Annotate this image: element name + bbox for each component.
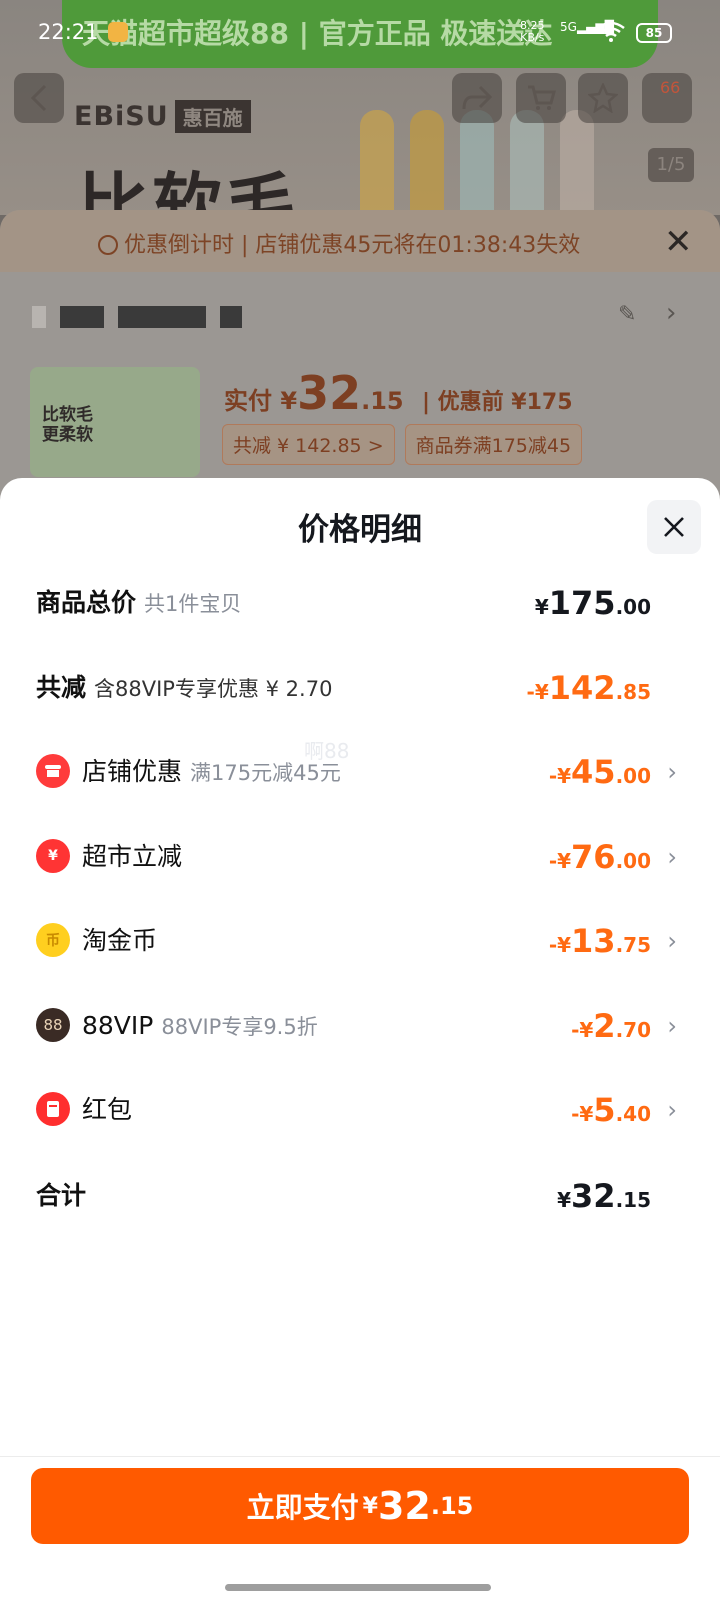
image-pager: 1/5	[648, 148, 694, 182]
chevron-right-icon: ›	[667, 1096, 677, 1124]
row-total-price: 商品总价 共1件宝贝 ¥175.00	[36, 583, 681, 623]
toothbrush-image	[410, 110, 444, 215]
footer-divider	[0, 1456, 720, 1457]
row-sub: 含88VIP专享优惠 ¥ 2.70	[94, 677, 333, 701]
row-amount: -¥76.00	[548, 838, 651, 876]
row-supermarket-discount[interactable]: ¥ 超市立减 -¥76.00 ›	[36, 837, 681, 877]
back-button[interactable]	[14, 73, 64, 123]
row-total-discount: 共减 含88VIP专享优惠 ¥ 2.70 -¥142.85	[36, 668, 681, 708]
vip88-icon: 88	[36, 1008, 70, 1042]
pay-label: 立即支付	[246, 1491, 359, 1524]
clock-icon	[98, 235, 118, 255]
clock: 22:21	[38, 20, 99, 44]
pay-now-button[interactable]: 立即支付 ¥ 32 .15	[31, 1468, 689, 1544]
thumb-text: 比软毛 更柔软	[42, 405, 93, 445]
row-sub: 满175元减45元	[190, 761, 341, 785]
row-amount: -¥5.40	[571, 1091, 651, 1129]
star-icon	[588, 83, 618, 113]
coupon-tag: 商品券满175减45	[404, 424, 583, 465]
row-grand-total: 合计 ¥32.15	[36, 1176, 681, 1216]
brand-name-cn: 惠百施	[174, 99, 251, 133]
row-amount: ¥175.00	[534, 584, 651, 622]
brand-name: EBiSU	[74, 100, 169, 132]
share-icon	[462, 85, 492, 110]
row-label: 商品总价	[36, 588, 137, 617]
row-amount: -¥45.00	[548, 753, 651, 791]
paid-price: 实付 ¥32.15 | 优惠前 ¥175	[224, 366, 573, 420]
toothbrush-image	[460, 110, 494, 215]
row-label: 共减	[36, 673, 87, 702]
toothbrush-image	[360, 110, 394, 215]
row-label: 合计	[36, 1181, 87, 1210]
notification-icon	[108, 22, 128, 42]
chevron-left-icon	[30, 84, 47, 112]
row-amount: -¥2.70	[571, 1007, 651, 1045]
product-thumbnail: 比软毛 更柔软	[30, 367, 200, 477]
sheet-title: 价格明细	[298, 512, 422, 548]
row-amount: ¥32.15	[557, 1177, 651, 1215]
yuan-discount-icon: ¥	[36, 839, 70, 873]
countdown-close-icon[interactable]: ✕	[664, 222, 693, 262]
network-speed: 8.25 KB/s	[520, 19, 545, 44]
cart-button[interactable]	[516, 73, 566, 123]
status-bar: 22:21 8.25 KB/s 5G▂▄▆█ 85	[0, 0, 720, 64]
countdown-label: 优惠倒计时	[124, 233, 235, 258]
edit-icon[interactable]: ✎	[618, 302, 636, 327]
row-taojinbi[interactable]: 币 淘金币 -¥13.75 ›	[36, 921, 681, 961]
battery-indicator: 85	[636, 23, 672, 43]
total-off-tag[interactable]: 共减 ¥ 142.85 >	[222, 424, 395, 465]
price-detail-sheet: 价格明细 啊88 商品总价 共1件宝贝 ¥175.00 共减 含88VIP专享优惠 …	[0, 478, 720, 1600]
chevron-right-icon: ›	[667, 843, 677, 871]
banner-headline: 比软毛	[78, 164, 300, 215]
red-packet-icon	[36, 1092, 70, 1126]
chevron-right-icon: ›	[667, 1012, 677, 1040]
discount-tags: 共减 ¥ 142.85 > 商品券满175减45	[222, 424, 583, 465]
row-red-packet[interactable]: 红包 -¥5.40 ›	[36, 1090, 681, 1130]
close-button[interactable]	[647, 500, 701, 554]
row-label: 88VIP	[82, 1011, 154, 1040]
row-label: 超市立减	[82, 842, 183, 871]
countdown-text: 店铺优惠45元将在01:38:43失效	[255, 233, 581, 258]
chevron-right-icon[interactable]: ›	[666, 298, 676, 328]
row-amount: -¥13.75	[548, 922, 651, 960]
chevron-right-icon: ›	[667, 758, 677, 786]
close-icon	[664, 517, 684, 537]
gold-coin-icon: 币	[36, 923, 70, 957]
row-sub: 共1件宝贝	[144, 592, 242, 616]
row-label: 店铺优惠	[82, 757, 183, 786]
toothbrush-image	[560, 110, 594, 215]
shop-icon	[36, 754, 70, 788]
home-indicator[interactable]	[225, 1584, 491, 1591]
wifi-icon	[597, 21, 625, 42]
brand-logo: EBiSU 惠百施	[74, 99, 251, 133]
toothbrush-image	[510, 110, 544, 215]
row-sub: 88VIP专享9.5折	[161, 1015, 318, 1039]
cart-icon	[528, 85, 556, 110]
row-shop-discount[interactable]: 店铺优惠 满175元减45元 -¥45.00 ›	[36, 752, 681, 792]
row-label: 淘金币	[82, 926, 158, 955]
cart-badge: 66	[660, 78, 681, 97]
share-button[interactable]	[452, 73, 502, 123]
row-88vip[interactable]: 88 88VIP 88VIP专享9.5折 -¥2.70 ›	[36, 1006, 681, 1046]
row-amount: -¥142.85	[526, 669, 651, 707]
row-label: 红包	[82, 1095, 133, 1124]
favorite-button[interactable]	[578, 73, 628, 123]
countdown-bar: 优惠倒计时 | 店铺优惠45元将在01:38:43失效 ✕	[0, 210, 720, 272]
blurred-address	[32, 306, 242, 328]
chevron-right-icon: ›	[667, 927, 677, 955]
